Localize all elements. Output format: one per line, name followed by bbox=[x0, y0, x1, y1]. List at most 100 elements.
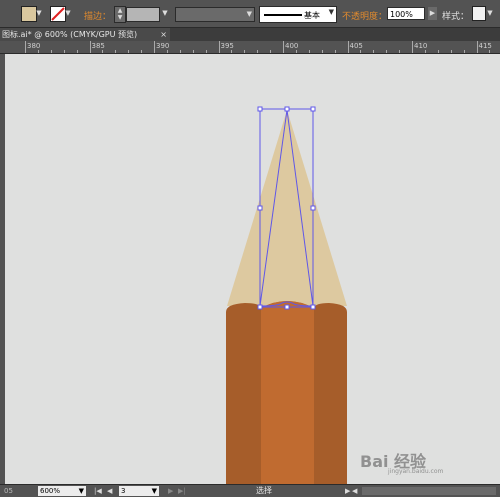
ruler-minor-tick bbox=[360, 50, 362, 53]
scroll-left-arrow-icon[interactable]: ◀ bbox=[352, 486, 357, 496]
ruler-minor-tick bbox=[50, 50, 52, 53]
status-bar: 05 600% ▼ |◀ ◀ 3 ▼ ▶ ▶| 选择 ▶ ◀ bbox=[0, 484, 500, 497]
variable-width-profile-dropdown[interactable]: ▼ bbox=[175, 7, 255, 22]
control-bar: ▼ ▼ 描边： ▲ ▼ ▼ ▼ 基本 ▼ 不透明度： 100% ▶ 样式： ▼ bbox=[0, 0, 500, 28]
stroke-dropdown-arrow-icon[interactable]: ▼ bbox=[64, 6, 72, 20]
handle-top-left[interactable] bbox=[257, 106, 263, 112]
ruler-minor-tick bbox=[321, 50, 323, 53]
artboard-canvas[interactable] bbox=[5, 54, 500, 484]
ruler-minor-tick bbox=[63, 50, 65, 53]
ruler-major-tick bbox=[89, 41, 91, 53]
ruler-minor-tick bbox=[450, 50, 452, 53]
ruler-minor-tick bbox=[192, 50, 194, 53]
ruler-minor-tick bbox=[373, 50, 375, 53]
handle-bottom-right[interactable] bbox=[310, 304, 316, 310]
horizontal-scrollbar[interactable] bbox=[362, 487, 496, 495]
ruler-minor-tick bbox=[102, 50, 104, 53]
ruler-major-tick bbox=[154, 41, 155, 53]
stroke-label: 描边： bbox=[84, 12, 112, 22]
opacity-label[interactable]: 不透明度： bbox=[342, 9, 387, 22]
opacity-input[interactable]: 100% bbox=[387, 7, 425, 20]
handle-top-right[interactable] bbox=[310, 106, 316, 112]
ruler-minor-tick bbox=[76, 50, 78, 53]
ruler-minor-tick bbox=[386, 50, 388, 53]
ruler-tick-label: 395 bbox=[220, 42, 234, 50]
ruler-major-tick bbox=[412, 41, 413, 53]
artboard-number-dropdown[interactable]: 3 ▼ bbox=[119, 486, 159, 496]
ruler-major-tick bbox=[25, 41, 26, 53]
ruler-minor-tick bbox=[308, 50, 310, 53]
chevron-down-icon: ▼ bbox=[246, 10, 252, 18]
document-tab-title: 图标.ai* @ 600% (CMYK/GPU 预览) bbox=[2, 30, 138, 39]
opacity-slider-button[interactable]: ▶ bbox=[428, 7, 437, 20]
ruler-major-tick bbox=[218, 41, 220, 53]
handle-middle-right[interactable] bbox=[310, 205, 316, 211]
ruler-minor-tick bbox=[334, 50, 336, 53]
ruler-minor-tick bbox=[437, 50, 439, 53]
status-left-indicator: 05 bbox=[4, 487, 13, 495]
pencil-artwork bbox=[226, 106, 347, 484]
ruler-minor-tick bbox=[179, 50, 181, 53]
handle-bottom-middle[interactable] bbox=[284, 304, 290, 310]
ruler-minor-tick bbox=[205, 50, 207, 53]
status-menu-arrow-icon[interactable]: ▶ bbox=[345, 486, 350, 496]
ruler-minor-tick bbox=[166, 50, 168, 53]
ruler-minor-tick bbox=[295, 50, 297, 53]
zoom-level-value: 600% bbox=[40, 487, 61, 495]
brush-name: 基本 bbox=[304, 11, 320, 20]
ruler-minor-tick bbox=[115, 50, 117, 53]
chevron-down-icon: ▼ bbox=[151, 487, 157, 495]
ruler-tick-label: 410 bbox=[414, 42, 428, 50]
ruler-tick-label: 405 bbox=[349, 42, 363, 50]
brush-definition-dropdown[interactable]: 基本 ▼ bbox=[259, 6, 337, 23]
ruler-tick-label: 380 bbox=[27, 42, 41, 50]
ruler-minor-tick bbox=[37, 50, 39, 53]
ruler-minor-tick bbox=[244, 50, 246, 53]
baidu-jingyan-watermark: Bai 经验 jingyan.baidu.com bbox=[360, 446, 480, 476]
document-tab-strip: 图标.ai* @ 600% (CMYK/GPU 预览) × bbox=[0, 28, 500, 41]
pencil-body-middle-stripe bbox=[261, 301, 314, 484]
ruler-minor-tick bbox=[463, 50, 465, 53]
horizontal-ruler[interactable]: 380 385 390 395 400 405 410 415 bbox=[0, 41, 500, 54]
ruler-major-tick bbox=[283, 41, 284, 53]
chevron-down-icon: ▼ bbox=[78, 487, 84, 495]
chevron-down-icon: ▼ bbox=[328, 8, 334, 16]
watermark-url: jingyan.baidu.com bbox=[388, 468, 444, 475]
next-artboard-icon[interactable]: ▶ bbox=[168, 486, 173, 496]
zoom-level-dropdown[interactable]: 600% ▼ bbox=[38, 486, 86, 496]
ruler-major-tick bbox=[476, 41, 478, 53]
close-icon[interactable]: × bbox=[160, 28, 167, 41]
handle-top-middle[interactable] bbox=[284, 106, 290, 112]
ruler-major-tick bbox=[347, 41, 349, 53]
ruler-tick-label: 385 bbox=[91, 42, 105, 50]
last-artboard-icon[interactable]: ▶| bbox=[178, 486, 186, 496]
current-tool-status: 选择 bbox=[256, 486, 272, 495]
stroke-width-dropdown-icon[interactable]: ▼ bbox=[160, 7, 170, 20]
ruler-tick-label: 415 bbox=[478, 42, 492, 50]
first-artboard-icon[interactable]: |◀ bbox=[94, 486, 102, 496]
ruler-minor-tick bbox=[489, 50, 491, 53]
artboard-number-value: 3 bbox=[121, 487, 126, 495]
stroke-width-field[interactable] bbox=[126, 7, 160, 22]
ruler-minor-tick bbox=[257, 50, 259, 53]
ruler-minor-tick bbox=[128, 50, 130, 53]
graphic-style-swatch[interactable] bbox=[472, 6, 486, 21]
style-label: 样式： bbox=[442, 12, 470, 22]
brush-stroke-preview bbox=[264, 14, 302, 16]
pencil-tip-cone[interactable] bbox=[227, 110, 347, 306]
ruler-tick-label: 400 bbox=[285, 42, 299, 50]
style-dropdown-arrow-icon[interactable]: ▼ bbox=[486, 6, 494, 20]
stroke-width-stepper[interactable]: ▲ ▼ bbox=[114, 6, 126, 23]
previous-artboard-icon[interactable]: ◀ bbox=[107, 486, 112, 496]
handle-middle-left[interactable] bbox=[257, 205, 263, 211]
ruler-tick-label: 390 bbox=[156, 42, 170, 50]
fill-dropdown-arrow-icon[interactable]: ▼ bbox=[35, 6, 43, 20]
ruler-minor-tick bbox=[231, 50, 233, 53]
ruler-minor-tick bbox=[399, 50, 401, 53]
ruler-minor-tick bbox=[424, 50, 426, 53]
ruler-minor-tick bbox=[141, 50, 143, 53]
no-stroke-icon bbox=[51, 7, 65, 21]
document-tab[interactable]: 图标.ai* @ 600% (CMYK/GPU 预览) × bbox=[0, 28, 170, 41]
ruler-minor-tick bbox=[270, 50, 272, 53]
handle-bottom-left[interactable] bbox=[257, 304, 263, 310]
